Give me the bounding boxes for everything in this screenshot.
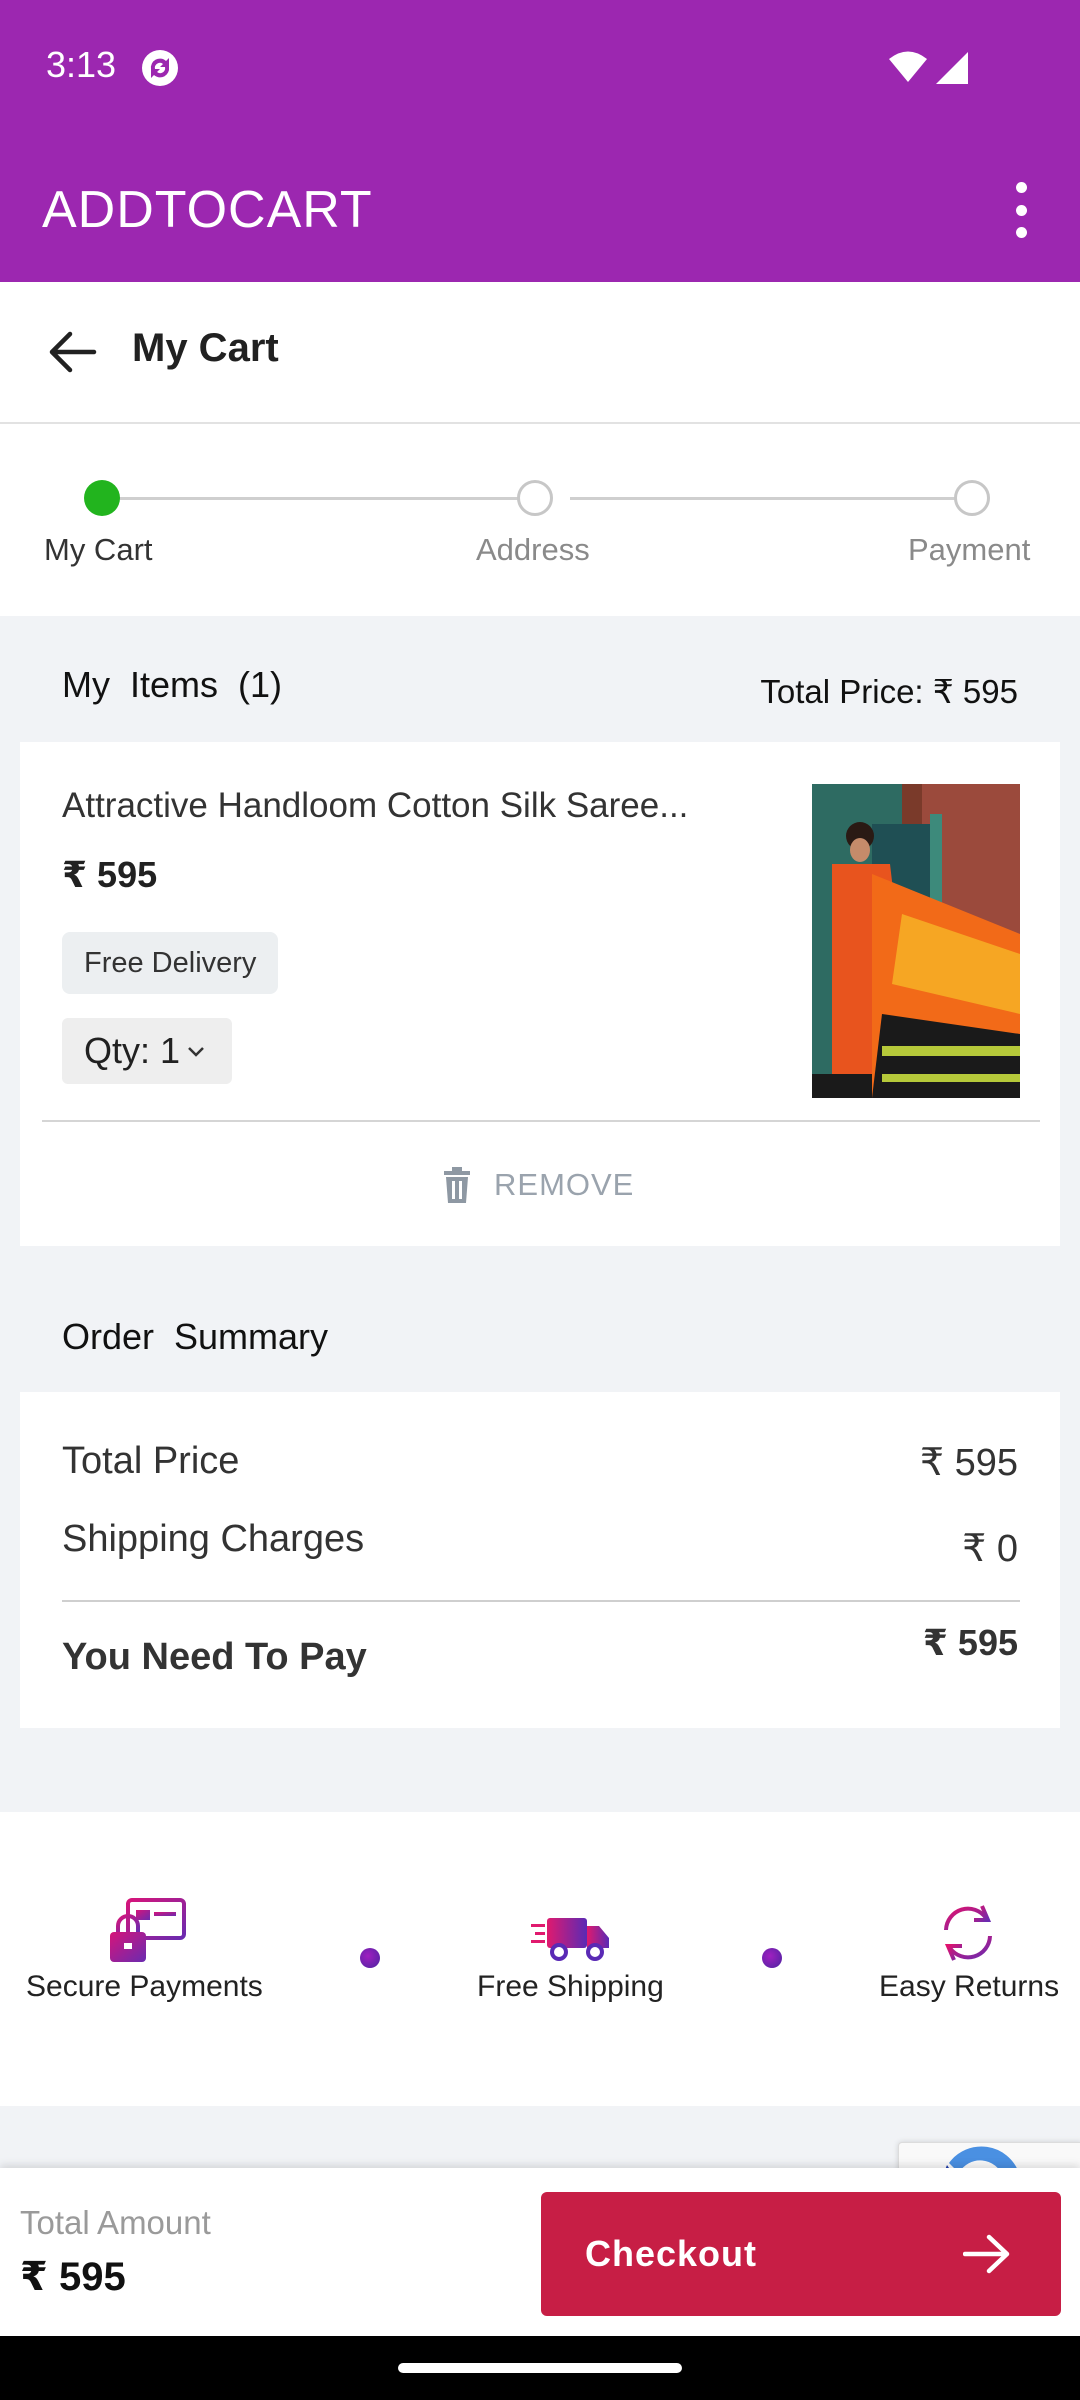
remove-button[interactable]: REMOVE xyxy=(442,1160,634,1210)
total-price-value: ₹ 595 xyxy=(919,1442,1018,1484)
checkout-stepper xyxy=(0,424,1080,616)
pay-value: ₹ 595 xyxy=(922,1622,1018,1663)
total-price-label: Total Price xyxy=(62,1440,240,1482)
step-dot-address xyxy=(517,480,553,516)
overflow-menu-icon[interactable] xyxy=(1006,182,1036,238)
step-connector xyxy=(104,497,534,500)
separator-dot xyxy=(762,1948,782,1968)
free-delivery-badge: Free Delivery xyxy=(62,932,279,994)
trash-icon xyxy=(444,1167,470,1203)
trust-label-free-shipping: Free Shipping xyxy=(477,1970,664,2003)
total-amount-label: Total Amount xyxy=(20,2204,211,2241)
step-label-my-cart: My Cart xyxy=(44,532,153,567)
signal-icon xyxy=(936,52,968,84)
status-time: 3:13 xyxy=(46,44,117,85)
step-dot-payment xyxy=(954,480,990,516)
step-label-address: Address xyxy=(476,532,590,567)
trust-label-easy-returns: Easy Returns xyxy=(879,1970,1060,2003)
separator-dot xyxy=(360,1948,380,1968)
checkout-label: Checkout xyxy=(585,2233,758,2274)
total-price-heading: Total Price: ₹ 595 xyxy=(760,673,1018,710)
remove-label: REMOVE xyxy=(494,1167,635,1202)
pay-label: You Need To Pay xyxy=(62,1636,367,1678)
checkout-button[interactable]: Checkout xyxy=(541,2192,1061,2316)
sync-icon xyxy=(142,50,178,86)
items-heading: My Items (1) xyxy=(62,664,283,705)
trust-label-secure-payments: Secure Payments xyxy=(26,1970,263,2003)
order-summary-heading: Order Summary xyxy=(62,1316,329,1357)
product-name[interactable]: Attractive Handloom Cotton Silk Saree... xyxy=(62,786,688,826)
quantity-label: Qty: 1 xyxy=(84,1030,181,1071)
summary-divider xyxy=(62,1600,1020,1602)
card-divider xyxy=(42,1120,1040,1122)
secure-payment-icon xyxy=(110,1898,186,1962)
back-arrow-icon[interactable] xyxy=(48,330,98,374)
step-label-payment: Payment xyxy=(908,532,1031,567)
wifi-icon xyxy=(889,51,927,82)
product-price: ₹ 595 xyxy=(62,854,158,895)
shipping-label: Shipping Charges xyxy=(62,1518,365,1560)
returns-icon xyxy=(944,1905,992,1961)
step-dot-my-cart xyxy=(84,480,120,516)
app-title: ADDTOCART xyxy=(42,181,373,239)
page-title: My Cart xyxy=(132,326,279,370)
delivery-truck-icon xyxy=(531,1918,609,1961)
shipping-value: ₹ 0 xyxy=(962,1528,1018,1570)
home-gesture-handle[interactable] xyxy=(398,2363,682,2373)
chevron-down-icon xyxy=(188,1047,204,1057)
product-image[interactable] xyxy=(812,784,1020,1098)
step-connector xyxy=(570,497,972,500)
total-amount-value: ₹ 595 xyxy=(20,2255,126,2299)
quantity-selector[interactable]: Qty: 1 xyxy=(62,1018,233,1084)
arrow-right-icon xyxy=(963,2234,1010,2274)
